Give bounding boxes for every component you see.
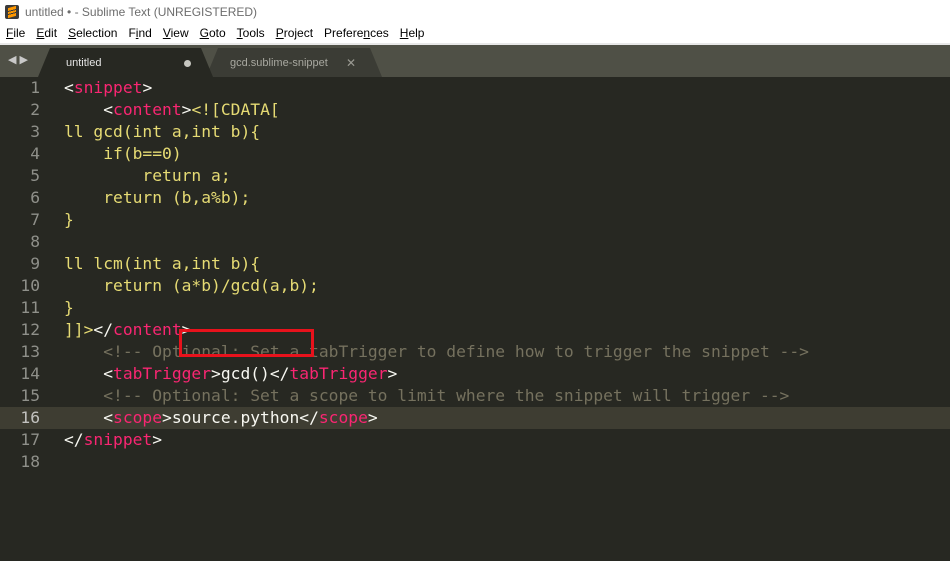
line-number: 14 xyxy=(20,364,40,383)
menu-item[interactable]: Help xyxy=(394,26,430,40)
menu-item[interactable]: View xyxy=(157,26,194,40)
menu-item[interactable]: Tools xyxy=(231,26,270,40)
code-text: } xyxy=(64,210,74,229)
menu-item[interactable]: Selection xyxy=(62,26,122,40)
unsaved-dot-icon[interactable] xyxy=(184,60,191,67)
arrow-left-icon[interactable]: ◀ xyxy=(8,53,16,66)
line-number: 15 xyxy=(20,386,40,405)
sublime-text-app-icon xyxy=(5,4,19,19)
code-text: ll lcm(int a,int b){ xyxy=(64,254,261,273)
code-text: <!-- Optional: Set a scope to limit wher… xyxy=(64,386,790,405)
tab-label: gcd.sublime-snippet xyxy=(230,57,328,69)
code-line[interactable]: 16 <scope>source.python</scope> xyxy=(0,407,950,429)
menu-item[interactable]: Find xyxy=(122,26,156,40)
line-number: 12 xyxy=(20,320,40,339)
menu-bar: File Edit Selection Find View Goto Tools Projec… xyxy=(0,23,950,43)
code-line[interactable]: 9 ll lcm(int a,int b){ xyxy=(0,253,950,275)
code-line[interactable]: 7} xyxy=(0,209,950,231)
code-line[interactable]: 17 </snippet> xyxy=(0,429,950,451)
code-text: <tabTrigger>gcd()</tabTrigger> xyxy=(64,364,398,383)
line-number: 10 xyxy=(20,276,40,295)
line-number: 4 xyxy=(30,144,40,163)
code-editor[interactable]: 1 <snippet> 2 <content><![CDATA[3 ll gcd(in… xyxy=(0,77,950,561)
code-line[interactable]: 8 xyxy=(0,231,950,253)
code-text: return a; xyxy=(64,166,231,185)
menu-item[interactable]: Edit xyxy=(30,26,62,40)
code-line[interactable]: 2 <content><![CDATA[ xyxy=(0,99,950,121)
tab-untitled[interactable]: untitled xyxy=(38,48,213,77)
code-line[interactable]: 11} xyxy=(0,297,950,319)
line-number: 18 xyxy=(20,452,40,471)
menu-item[interactable]: File xyxy=(0,26,30,40)
tab-label: untitled xyxy=(66,57,102,69)
code-text: <snippet> xyxy=(64,78,153,97)
code-line[interactable]: 4 if(b==0) xyxy=(0,143,950,165)
line-number: 17 xyxy=(20,430,40,449)
code-line[interactable]: 10 return (a*b)/gcd(a,b); xyxy=(0,275,950,297)
code-text: ll gcd(int a,int b){ xyxy=(64,122,261,141)
line-number: 5 xyxy=(30,166,40,185)
tab-bar: ◀ ▶ gcd.sublime-snippet ✕ untitled xyxy=(0,45,950,77)
code-text: } xyxy=(64,298,74,317)
code-text: <content><![CDATA[ xyxy=(64,100,280,119)
code-line[interactable]: 1 <snippet> xyxy=(0,77,950,99)
code-line[interactable]: 6 return (b,a%b); xyxy=(0,187,950,209)
line-number: 9 xyxy=(30,254,40,273)
annotation-highlight-box xyxy=(179,329,314,357)
menu-item[interactable]: Project xyxy=(270,26,318,40)
code-text: return (b,a%b); xyxy=(64,188,251,207)
line-number: 8 xyxy=(30,232,40,251)
line-number: 1 xyxy=(30,78,40,97)
menu-item[interactable]: Preferences xyxy=(318,26,394,40)
close-icon[interactable]: ✕ xyxy=(346,56,356,70)
line-number: 2 xyxy=(30,100,40,119)
code-text: <!-- Optional: Set a tabTrigger to defin… xyxy=(64,342,809,361)
code-line[interactable]: 12 ]]></content> xyxy=(0,319,950,341)
line-number: 7 xyxy=(30,210,40,229)
tab-navigation: ◀ ▶ xyxy=(8,53,28,66)
code-text: return (a*b)/gcd(a,b); xyxy=(64,276,319,295)
arrow-right-icon[interactable]: ▶ xyxy=(19,53,27,66)
code-text: </snippet> xyxy=(64,430,163,449)
code-line[interactable]: 14 <tabTrigger>gcd()</tabTrigger> xyxy=(0,363,950,385)
line-number: 16 xyxy=(20,408,40,427)
line-number: 6 xyxy=(30,188,40,207)
code-line[interactable]: 13 <!-- Optional: Set a tabTrigger to de… xyxy=(0,341,950,363)
tab-gcd-snippet[interactable]: gcd.sublime-snippet ✕ xyxy=(206,48,382,77)
window-title: untitled • - Sublime Text (UNREGISTERED) xyxy=(25,4,258,19)
code-text: if(b==0) xyxy=(64,144,182,163)
code-line[interactable]: 15 <!-- Optional: Set a scope to limit w… xyxy=(0,385,950,407)
code-line[interactable]: 18 xyxy=(0,451,950,473)
line-number: 11 xyxy=(20,298,40,317)
code-line[interactable]: 5 return a; xyxy=(0,165,950,187)
line-number: 3 xyxy=(30,122,40,141)
code-text: ]]></content> xyxy=(64,320,192,339)
title-bar: untitled • - Sublime Text (UNREGISTERED) xyxy=(0,0,950,23)
menu-item[interactable]: Goto xyxy=(194,26,231,40)
line-number: 13 xyxy=(20,342,40,361)
code-line[interactable]: 3 ll gcd(int a,int b){ xyxy=(0,121,950,143)
code-text: <scope>source.python</scope> xyxy=(64,408,378,427)
